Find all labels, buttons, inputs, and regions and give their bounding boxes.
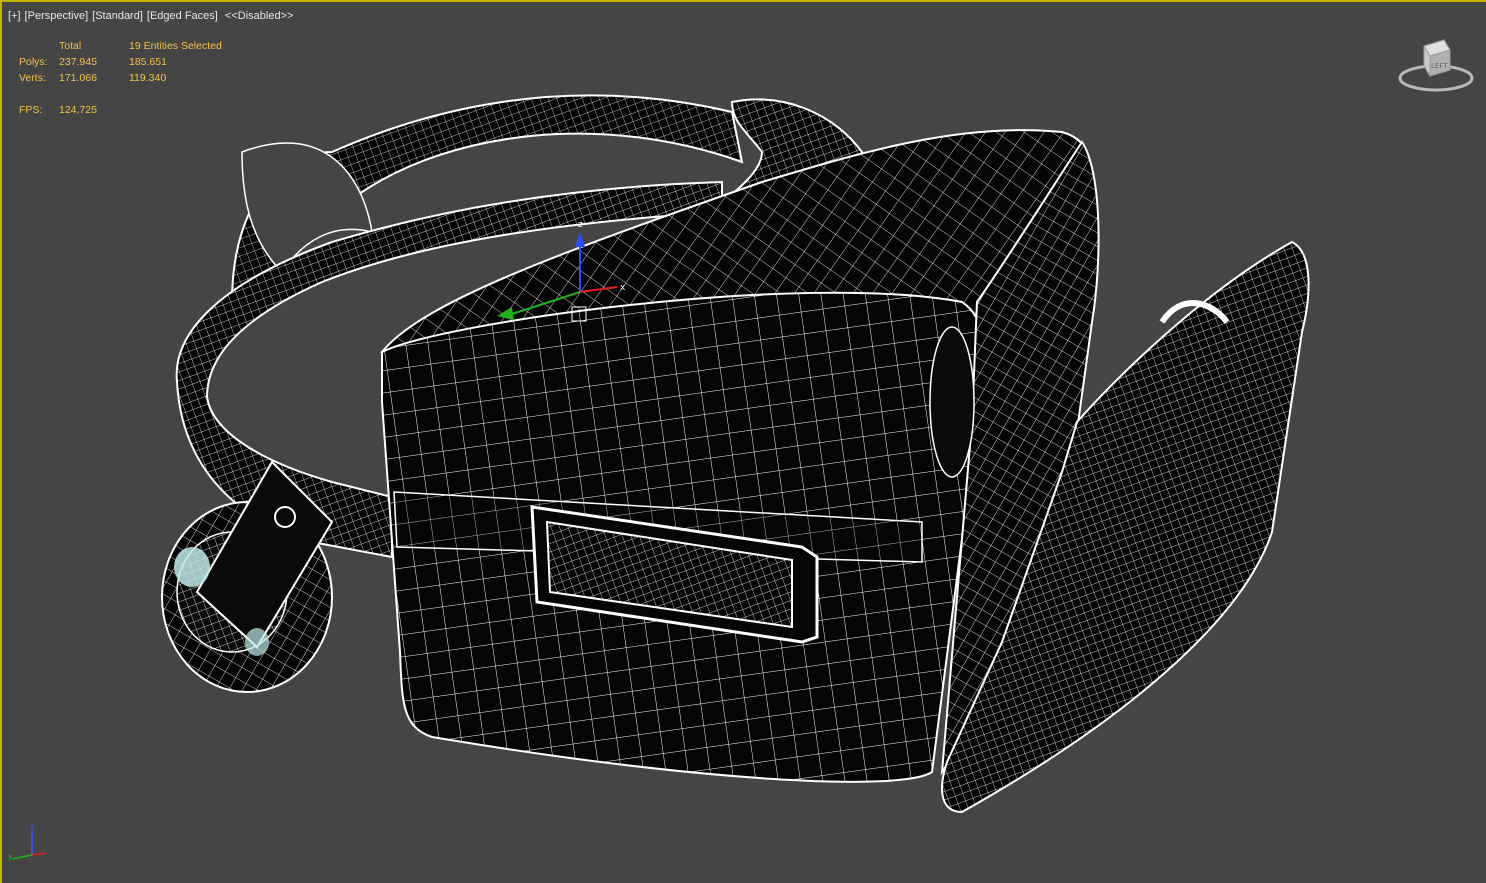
perspective-viewport[interactable]: [+] [Perspective] [Standard] [Edged Faces] … (0, 0, 1486, 883)
gizmo-x-label: x (620, 283, 626, 293)
wireframe-headset-model[interactable]: z x (2, 2, 1486, 883)
axis-z-label: z (30, 823, 34, 832)
viewcube-face-label: LEFT (1431, 62, 1448, 70)
world-axis-tripod: z y (8, 823, 47, 861)
viewcube[interactable]: LEFT (1396, 36, 1476, 98)
gizmo-z-label: z (578, 220, 583, 230)
axis-y-label: y (8, 852, 13, 861)
